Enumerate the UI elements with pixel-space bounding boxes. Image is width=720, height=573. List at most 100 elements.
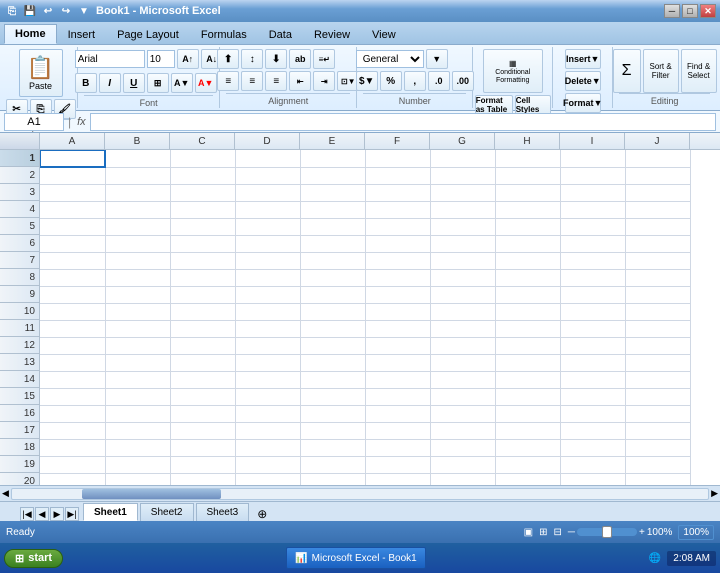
col-header-F[interactable]: F xyxy=(365,133,430,149)
table-row[interactable] xyxy=(495,218,560,235)
underline-button[interactable]: U xyxy=(123,73,145,93)
table-row[interactable] xyxy=(300,167,365,184)
table-row[interactable] xyxy=(170,184,235,201)
table-row[interactable] xyxy=(365,303,430,320)
table-row[interactable] xyxy=(170,235,235,252)
undo-quick-btn[interactable]: ↩ xyxy=(40,3,56,19)
row-header-8[interactable]: 8 xyxy=(0,269,39,286)
maximize-btn[interactable]: □ xyxy=(682,4,698,18)
tab-data[interactable]: Data xyxy=(258,24,303,44)
normal-view-btn[interactable]: ▣ xyxy=(524,527,533,538)
table-row[interactable] xyxy=(40,167,105,184)
row-header-17[interactable]: 17 xyxy=(0,422,39,439)
table-row[interactable] xyxy=(430,320,495,337)
row-header-1[interactable]: 1 xyxy=(0,150,39,167)
table-row[interactable] xyxy=(170,303,235,320)
table-row[interactable] xyxy=(170,439,235,456)
table-row[interactable] xyxy=(625,201,690,218)
table-row[interactable] xyxy=(625,184,690,201)
number-format-select[interactable]: General Number Currency Percentage xyxy=(356,50,424,68)
table-row[interactable] xyxy=(430,303,495,320)
row-header-15[interactable]: 15 xyxy=(0,388,39,405)
format-btn[interactable]: Format▼ xyxy=(565,93,601,113)
table-row[interactable] xyxy=(430,405,495,422)
table-row[interactable] xyxy=(105,337,170,354)
table-row[interactable] xyxy=(430,167,495,184)
table-row[interactable] xyxy=(170,405,235,422)
table-row[interactable] xyxy=(300,235,365,252)
increase-decimal-btn[interactable]: .00 xyxy=(452,71,474,91)
table-row[interactable] xyxy=(560,235,625,252)
table-row[interactable] xyxy=(560,439,625,456)
row-header-3[interactable]: 3 xyxy=(0,184,39,201)
sheet-nav-last[interactable]: ▶| xyxy=(65,507,79,521)
table-row[interactable] xyxy=(365,150,430,167)
table-row[interactable] xyxy=(300,252,365,269)
table-row[interactable] xyxy=(235,235,300,252)
table-row[interactable] xyxy=(625,286,690,303)
row-header-4[interactable]: 4 xyxy=(0,201,39,218)
add-sheet-btn[interactable]: ⊕ xyxy=(251,507,273,521)
table-row[interactable] xyxy=(560,422,625,439)
page-break-btn[interactable]: ⊟ xyxy=(554,527,562,538)
row-header-5[interactable]: 5 xyxy=(0,218,39,235)
sort-filter-btn[interactable]: Sort & Filter xyxy=(643,49,679,93)
table-row[interactable] xyxy=(625,218,690,235)
table-row[interactable] xyxy=(365,218,430,235)
table-row[interactable] xyxy=(300,422,365,439)
table-row[interactable] xyxy=(560,354,625,371)
col-header-B[interactable]: B xyxy=(105,133,170,149)
zoom-slider[interactable] xyxy=(577,528,637,536)
table-row[interactable] xyxy=(495,303,560,320)
align-bottom-btn[interactable]: ⬇ xyxy=(265,49,287,69)
table-row[interactable] xyxy=(40,473,105,485)
table-row[interactable] xyxy=(105,320,170,337)
table-row[interactable] xyxy=(300,150,365,167)
table-row[interactable] xyxy=(170,167,235,184)
border-button[interactable]: ⊞ xyxy=(147,73,169,93)
table-row[interactable] xyxy=(235,303,300,320)
table-row[interactable] xyxy=(40,337,105,354)
table-row[interactable] xyxy=(300,269,365,286)
page-layout-btn[interactable]: ⊞ xyxy=(539,527,547,538)
table-row[interactable] xyxy=(430,422,495,439)
table-row[interactable] xyxy=(105,269,170,286)
sheet-tab-1[interactable]: Sheet1 xyxy=(83,503,138,521)
table-row[interactable] xyxy=(40,303,105,320)
table-row[interactable] xyxy=(170,150,235,167)
table-row[interactable] xyxy=(625,354,690,371)
col-header-I[interactable]: I xyxy=(560,133,625,149)
table-row[interactable] xyxy=(235,388,300,405)
table-row[interactable] xyxy=(625,337,690,354)
table-row[interactable] xyxy=(365,422,430,439)
fill-color-button[interactable]: A▼ xyxy=(171,73,193,93)
table-row[interactable] xyxy=(560,218,625,235)
table-row[interactable] xyxy=(495,150,560,167)
table-row[interactable] xyxy=(105,371,170,388)
delete-btn[interactable]: Delete▼ xyxy=(565,71,601,91)
table-row[interactable] xyxy=(625,167,690,184)
table-row[interactable] xyxy=(625,150,690,167)
table-row[interactable] xyxy=(40,286,105,303)
table-row[interactable] xyxy=(40,201,105,218)
table-row[interactable] xyxy=(170,201,235,218)
table-row[interactable] xyxy=(430,269,495,286)
percent-btn[interactable]: % xyxy=(380,71,402,91)
table-row[interactable] xyxy=(625,473,690,485)
table-row[interactable] xyxy=(170,422,235,439)
table-row[interactable] xyxy=(365,167,430,184)
sheet-nav-prev[interactable]: ◀ xyxy=(35,507,49,521)
table-row[interactable] xyxy=(625,371,690,388)
table-row[interactable] xyxy=(170,218,235,235)
table-row[interactable] xyxy=(105,167,170,184)
table-row[interactable] xyxy=(170,337,235,354)
table-row[interactable] xyxy=(560,150,625,167)
decrease-decimal-btn[interactable]: .0 xyxy=(428,71,450,91)
table-row[interactable] xyxy=(170,354,235,371)
table-row[interactable] xyxy=(300,218,365,235)
table-row[interactable] xyxy=(625,388,690,405)
col-header-J[interactable]: J xyxy=(625,133,690,149)
table-row[interactable] xyxy=(300,405,365,422)
paste-button[interactable]: 📋 Paste xyxy=(19,49,63,97)
excel-taskbar-item[interactable]: 📊 Microsoft Excel - Book1 xyxy=(286,547,426,569)
